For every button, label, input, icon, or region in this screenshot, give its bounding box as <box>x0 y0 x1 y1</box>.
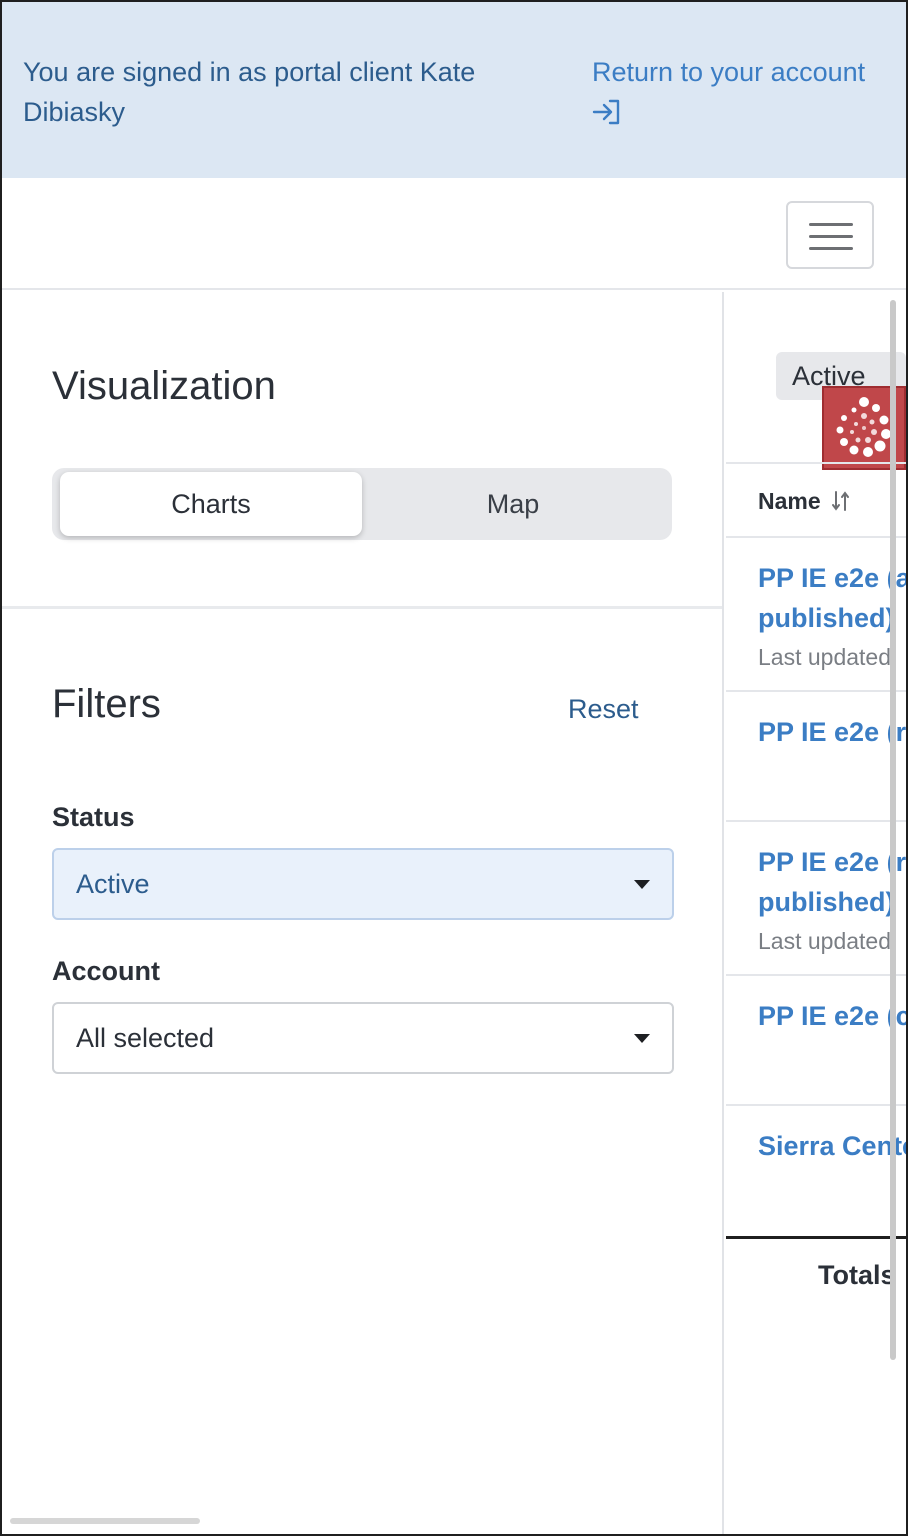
name-column-header[interactable]: Name <box>726 462 906 538</box>
row-title-link[interactable]: PP IE e2e (r <box>758 712 906 752</box>
section-divider <box>2 606 722 609</box>
row-title-line: published) <box>758 603 895 633</box>
signed-in-message: You are signed in as portal client Kate … <box>23 57 476 127</box>
account-select-value: All selected <box>76 1023 215 1053</box>
status-select[interactable]: Active <box>52 848 674 920</box>
name-column-label: Name <box>758 488 821 514</box>
status-label: Status <box>52 802 135 832</box>
top-navbar <box>2 178 906 290</box>
status-select-value: Active <box>76 869 150 899</box>
app-window: You are signed in as portal client Kate … <box>0 0 908 1536</box>
sort-icon <box>832 491 849 511</box>
table-row: PP IE e2e (c <box>726 976 906 1106</box>
table-row: PP IE e2e (a published) Last updated <box>726 538 906 692</box>
hamburger-menu-icon-bar <box>809 247 853 250</box>
row-title-line: published) <box>758 887 895 917</box>
table-row: PP IE e2e (r <box>726 692 906 822</box>
sidebar-panel: Visualization Charts Map Filters Reset S… <box>2 292 724 1534</box>
table-row: PP IE e2e (r published) Last updated <box>726 822 906 976</box>
caret-down-icon <box>634 880 650 889</box>
row-title-line: PP IE e2e (c <box>758 1001 906 1031</box>
visualization-toggle: Charts Map <box>52 468 672 540</box>
reset-filters-link[interactable]: Reset <box>568 694 639 725</box>
row-title-link[interactable]: Sierra Cente <box>758 1126 906 1166</box>
account-select[interactable]: All selected <box>52 1002 674 1074</box>
account-label: Account <box>52 956 160 986</box>
horizontal-scrollbar[interactable] <box>10 1518 200 1524</box>
sign-in-arrow-icon <box>592 99 620 125</box>
return-to-account-label: Return to your account <box>592 57 866 87</box>
filters-title: Filters <box>52 682 161 726</box>
charts-tab[interactable]: Charts <box>60 472 362 536</box>
row-title-line: PP IE e2e (r <box>758 717 906 747</box>
hamburger-menu-icon <box>809 223 853 226</box>
row-title-link[interactable]: PP IE e2e (r published) <box>758 842 906 922</box>
row-title-line: PP IE e2e (a <box>758 563 906 593</box>
map-tab[interactable]: Map <box>362 472 664 536</box>
return-to-account-link[interactable]: Return to your account <box>592 52 892 126</box>
hamburger-menu-icon-bar <box>809 235 853 238</box>
row-title-link[interactable]: PP IE e2e (c <box>758 996 906 1036</box>
vertical-scrollbar[interactable] <box>890 300 896 1360</box>
row-title-line: PP IE e2e (r <box>758 847 906 877</box>
visualization-title: Visualization <box>52 364 276 408</box>
caret-down-icon <box>634 1034 650 1043</box>
row-title-link[interactable]: PP IE e2e (a published) <box>758 558 906 638</box>
row-last-updated: Last updated <box>758 928 892 954</box>
hamburger-menu-button[interactable] <box>786 201 874 269</box>
row-last-updated: Last updated <box>758 644 892 670</box>
table-row: Sierra Cente <box>726 1106 906 1236</box>
results-panel: Active Name PP IE e2e (a published) Last… <box>726 292 906 1534</box>
totals-label: Totals <box>818 1260 896 1290</box>
impersonation-banner: You are signed in as portal client Kate … <box>2 2 906 178</box>
row-title-line: Sierra Cente <box>758 1131 906 1161</box>
totals-divider <box>726 1236 906 1239</box>
